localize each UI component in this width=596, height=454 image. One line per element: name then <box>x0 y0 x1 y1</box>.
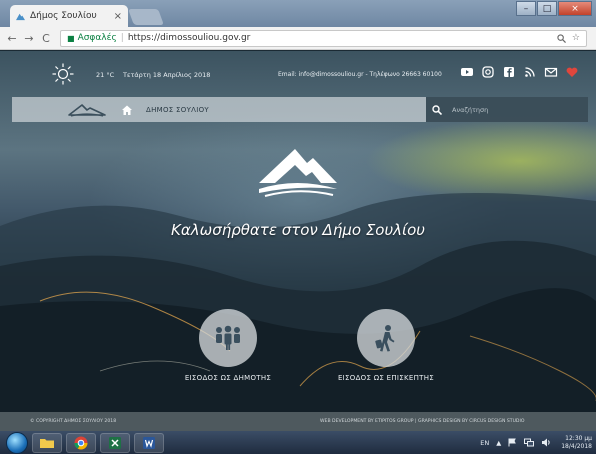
search-button[interactable] <box>426 97 448 122</box>
forward-button[interactable]: → <box>22 32 36 45</box>
visitor-entry-label[interactable]: ΕΙΣΟΔΟΣ ΩΣ ΕΠΙΣΚΕΠΤΗΣ <box>326 374 446 382</box>
chrome-icon <box>74 436 88 449</box>
copyright-text: © COPYRIGHT ΔΗΜΟΣ ΣΟΥΛΙΟΥ 2018 <box>30 419 117 424</box>
secure-label: Ασφαλές <box>77 33 117 43</box>
search-icon <box>432 104 442 115</box>
info-topbar: 21 °C Τετάρτη 18 Απρίλιος 2018 Email: in… <box>0 51 596 97</box>
date-text: Τετάρτη 18 Απρίλιος 2018 <box>123 71 211 79</box>
mountain-hero-logo-icon <box>259 149 337 197</box>
clock-time: 12:30 μμ <box>565 434 592 442</box>
maximize-button[interactable]: □ <box>537 1 557 16</box>
citizen-entry-label[interactable]: ΕΙΣΟΔΟΣ ΩΣ ΔΗΜΟΤΗΣ <box>168 374 288 382</box>
taskbar-word[interactable] <box>134 432 164 453</box>
email-icon[interactable] <box>544 65 558 79</box>
close-window-button[interactable]: × <box>558 1 592 16</box>
site-favicon-icon <box>16 13 25 20</box>
show-hidden-icons-icon[interactable]: ▲ <box>496 439 501 447</box>
citizen-entry-link[interactable]: ΕΙΣΟΔΟΣ ΩΣ ΔΗΜΟΤΗΣ <box>168 309 288 382</box>
network-icon[interactable] <box>524 438 535 447</box>
minimize-button[interactable]: – <box>516 1 536 16</box>
social-links <box>460 65 586 79</box>
tab-title: Δήμος Σουλίου <box>30 11 97 21</box>
flag-notification-icon[interactable] <box>508 438 517 447</box>
bookmark-star-icon[interactable]: ☆ <box>572 33 580 43</box>
word-icon <box>143 436 155 449</box>
facebook-icon[interactable] <box>502 65 516 79</box>
browser-toolbar: ← → C ■ Ασφαλές | https://dimossouliou.g… <box>0 27 596 50</box>
browser-tab[interactable]: Δήμος Σουλίου × <box>10 5 128 27</box>
instagram-icon[interactable] <box>481 65 495 79</box>
contact-info: Email: info@dimossouliou.gr - Τηλέφωνο 2… <box>278 71 442 78</box>
tab-close-icon[interactable]: × <box>114 11 122 22</box>
address-url[interactable]: https://dimossouliou.gov.gr <box>128 33 551 43</box>
address-bar[interactable]: ■ Ασφαλές | https://dimossouliou.gov.gr … <box>60 29 587 47</box>
website-page: 21 °C Τετάρτη 18 Απρίλιος 2018 Email: in… <box>0 51 596 431</box>
windows-taskbar: EN ▲ 12:30 μμ 18/4/2018 <box>0 431 596 454</box>
back-button[interactable]: ← <box>5 32 19 45</box>
home-button[interactable] <box>116 97 138 122</box>
visitor-entry-button[interactable] <box>357 309 415 367</box>
home-icon <box>122 105 132 115</box>
page-footer: © COPYRIGHT ΔΗΜΟΣ ΣΟΥΛΙΟΥ 2018 WEB DEVEL… <box>0 412 596 431</box>
address-separator: | <box>120 33 124 43</box>
welcome-heading: Καλωσήρθατε στον Δήμο Σουλίου <box>171 221 425 239</box>
credits-text[interactable]: WEB DEVELOPMENT BY ETIPITOS GROUP | GRAP… <box>320 419 524 424</box>
start-button[interactable] <box>6 431 28 454</box>
zoom-icon[interactable] <box>557 33 566 43</box>
traveler-walking-icon <box>375 325 395 352</box>
system-tray: EN ▲ 12:30 μμ 18/4/2018 <box>473 431 592 454</box>
sun-weather-icon <box>52 63 74 85</box>
search-input[interactable] <box>448 97 588 122</box>
language-indicator[interactable]: EN <box>480 439 489 447</box>
clock-date: 18/4/2018 <box>561 442 592 450</box>
taskbar-chrome[interactable] <box>66 432 96 453</box>
main-menubar: ΔΗΜΟΣ ΣΟΥΛΙΟΥ <box>12 97 588 122</box>
folder-icon <box>40 438 54 448</box>
taskbar-clock[interactable]: 12:30 μμ 18/4/2018 <box>561 435 592 451</box>
rss-icon[interactable] <box>523 65 537 79</box>
temperature-text: 21 °C <box>96 71 115 79</box>
excel-icon <box>109 436 121 449</box>
window-controls: – □ × <box>515 1 592 16</box>
lock-icon: ■ <box>67 33 75 43</box>
taskbar-excel[interactable] <box>100 432 130 453</box>
browser-tab-strip: Δήμος Σουλίου × – □ × <box>0 0 596 27</box>
taskbar-explorer[interactable] <box>32 432 62 453</box>
menu-logo[interactable] <box>62 97 112 122</box>
reload-button[interactable]: C <box>39 32 53 45</box>
new-tab-button[interactable] <box>128 9 164 25</box>
heart-icon[interactable] <box>565 65 579 79</box>
citizen-entry-button[interactable] <box>199 309 257 367</box>
youtube-icon[interactable] <box>460 65 474 79</box>
volume-icon[interactable] <box>541 438 551 447</box>
mountain-logo-icon <box>68 103 106 117</box>
people-group-icon <box>216 325 240 350</box>
municipality-menu-title[interactable]: ΔΗΜΟΣ ΣΟΥΛΙΟΥ <box>146 106 426 114</box>
visitor-entry-link[interactable]: ΕΙΣΟΔΟΣ ΩΣ ΕΠΙΣΚΕΠΤΗΣ <box>326 309 446 382</box>
